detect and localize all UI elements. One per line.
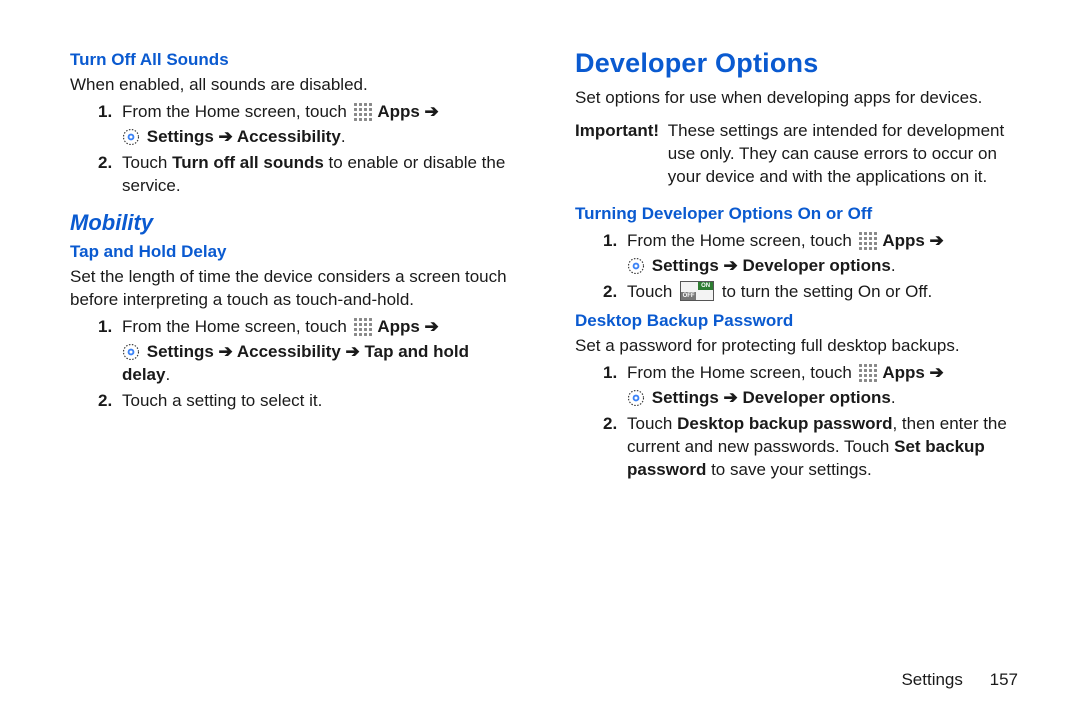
page-footer: Settings 157 bbox=[901, 669, 1018, 692]
step-number: 1. bbox=[603, 362, 627, 410]
heading-desktop-backup-password: Desktop Backup Password bbox=[575, 310, 1025, 333]
step-item: 1. From the Home screen, touch Apps ➔ Se… bbox=[603, 230, 1025, 278]
settings-gear-icon bbox=[627, 389, 645, 407]
step-number: 2. bbox=[98, 152, 122, 198]
intro-text: Set options for use when developing apps… bbox=[575, 87, 1025, 110]
important-body: These settings are intended for developm… bbox=[668, 120, 1025, 189]
left-column: Turn Off All Sounds When enabled, all so… bbox=[70, 45, 520, 488]
intro-text: Set a password for protecting full deskt… bbox=[575, 335, 1025, 358]
step-number: 1. bbox=[98, 316, 122, 387]
apps-grid-icon bbox=[858, 231, 876, 249]
step-number: 1. bbox=[603, 230, 627, 278]
settings-gear-icon bbox=[122, 343, 140, 361]
step-number: 1. bbox=[98, 101, 122, 149]
important-label: Important! bbox=[575, 120, 668, 189]
intro-text: When enabled, all sounds are disabled. bbox=[70, 74, 520, 97]
settings-gear-icon bbox=[122, 128, 140, 146]
step-text: From the Home screen, touch Apps ➔ Setti… bbox=[627, 230, 1025, 278]
step-text: From the Home screen, touch Apps ➔ Setti… bbox=[122, 316, 520, 387]
important-note: Important! These settings are intended f… bbox=[575, 120, 1025, 189]
apps-grid-icon bbox=[858, 363, 876, 381]
settings-gear-icon bbox=[627, 257, 645, 275]
heading-turn-off-all-sounds: Turn Off All Sounds bbox=[70, 49, 520, 72]
step-item: 2. Touch a setting to select it. bbox=[98, 390, 520, 413]
steps-list: 1. From the Home screen, touch Apps ➔ Se… bbox=[575, 230, 1025, 304]
heading-turning-dev-options: Turning Developer Options On or Off bbox=[575, 203, 1025, 226]
step-item: 1. From the Home screen, touch Apps ➔ Se… bbox=[98, 316, 520, 387]
footer-section: Settings bbox=[901, 670, 962, 689]
step-number: 2. bbox=[98, 390, 122, 413]
right-column: Developer Options Set options for use wh… bbox=[575, 45, 1025, 488]
step-text: From the Home screen, touch Apps ➔ Setti… bbox=[627, 362, 1025, 410]
step-text: Touch a setting to select it. bbox=[122, 390, 520, 413]
footer-page-number: 157 bbox=[990, 670, 1018, 689]
step-text: Touch ONOFF to turn the setting On or Of… bbox=[627, 281, 1025, 304]
steps-list: 1. From the Home screen, touch Apps ➔ Se… bbox=[575, 362, 1025, 482]
steps-list: 1. From the Home screen, touch Apps ➔ Se… bbox=[70, 316, 520, 413]
step-text: Touch Desktop backup password, then ente… bbox=[627, 413, 1025, 482]
apps-grid-icon bbox=[353, 102, 371, 120]
on-off-toggle-icon: ONOFF bbox=[680, 281, 714, 301]
step-item: 2. Touch Turn off all sounds to enable o… bbox=[98, 152, 520, 198]
apps-grid-icon bbox=[353, 317, 371, 335]
page-columns: Turn Off All Sounds When enabled, all so… bbox=[0, 0, 1080, 508]
step-text: Touch Turn off all sounds to enable or d… bbox=[122, 152, 520, 198]
step-item: 2. Touch Desktop backup password, then e… bbox=[603, 413, 1025, 482]
step-item: 1. From the Home screen, touch Apps ➔ Se… bbox=[603, 362, 1025, 410]
step-text: From the Home screen, touch Apps ➔ Setti… bbox=[122, 101, 520, 149]
steps-list: 1. From the Home screen, touch Apps ➔ Se… bbox=[70, 101, 520, 198]
heading-tap-and-hold-delay: Tap and Hold Delay bbox=[70, 241, 520, 264]
step-number: 2. bbox=[603, 281, 627, 304]
intro-text: Set the length of time the device consid… bbox=[70, 266, 520, 312]
step-item: 2. Touch ONOFF to turn the setting On or… bbox=[603, 281, 1025, 304]
heading-mobility: Mobility bbox=[70, 208, 520, 238]
step-number: 2. bbox=[603, 413, 627, 482]
step-item: 1. From the Home screen, touch Apps ➔ Se… bbox=[98, 101, 520, 149]
heading-developer-options: Developer Options bbox=[575, 45, 1025, 81]
